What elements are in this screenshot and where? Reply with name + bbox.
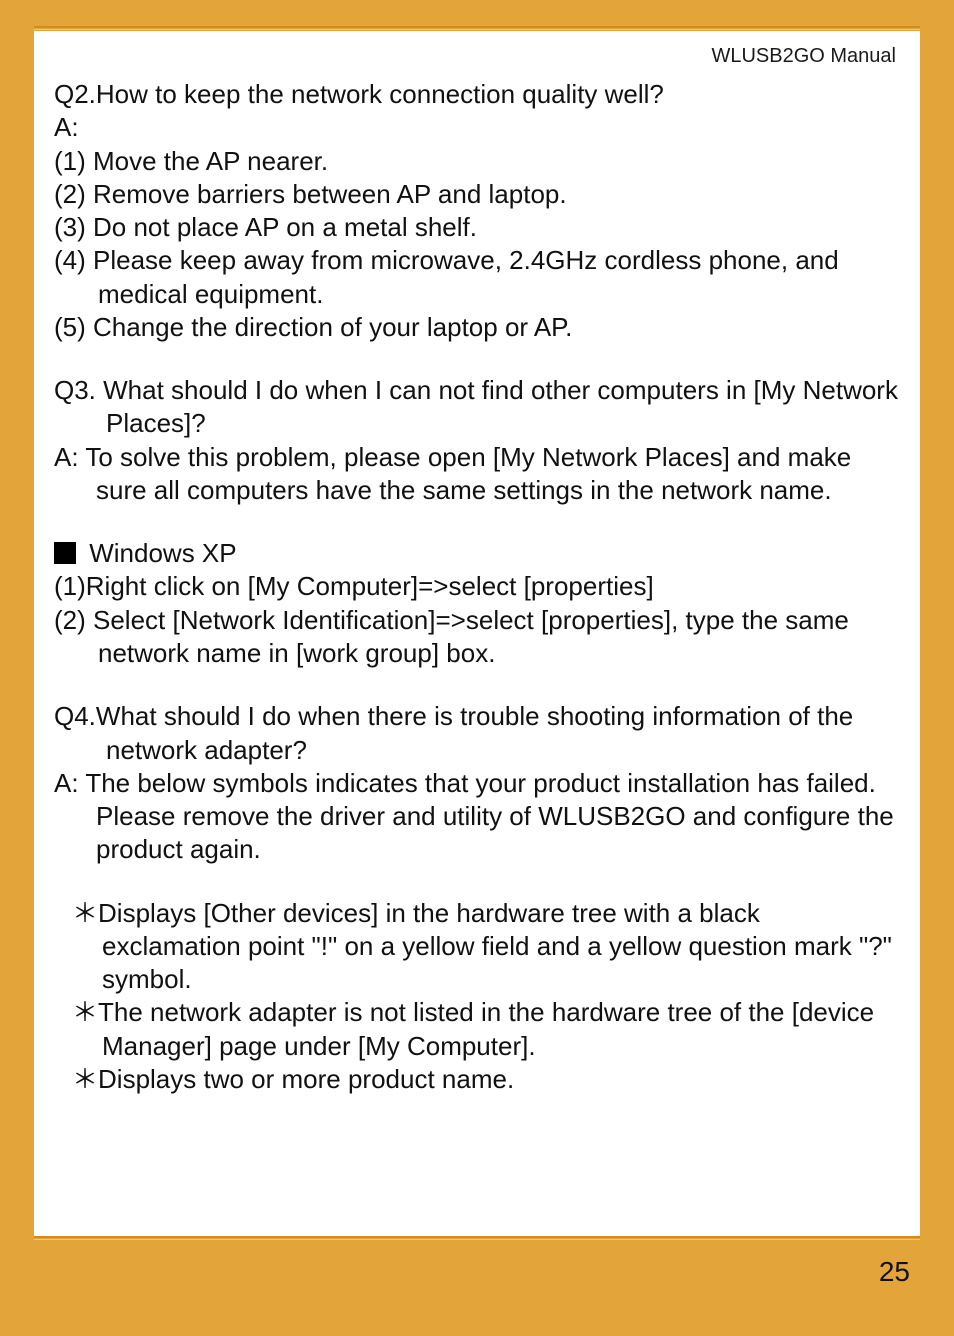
doc-header: WLUSB2GO Manual — [54, 45, 900, 68]
winxp-step-2: (2) Select [Network Identification]=>sel… — [54, 604, 900, 671]
winxp-step-1: (1)Right click on [My Computer]=>select … — [54, 570, 900, 603]
q4-question: Q4.What should I do when there is troubl… — [54, 700, 900, 767]
q2-answer-item-4: (4) Please keep away from microwave, 2.4… — [54, 244, 900, 311]
windows-xp-label: Windows XP — [82, 538, 237, 568]
q4-bullet-3: ＊Displays two or more product name. — [54, 1063, 900, 1096]
q2-answer-item-5: (5) Change the direction of your laptop … — [54, 311, 900, 344]
asterisk-icon: ＊ — [72, 997, 98, 1027]
body-text: Q2.How to keep the network connection qu… — [54, 78, 900, 1096]
q2-answer-item-1: (1) Move the AP nearer. — [54, 145, 900, 178]
q3-answer: A: To solve this problem, please open [M… — [54, 441, 900, 508]
q2-answer-item-3: (3) Do not place AP on a metal shelf. — [54, 211, 900, 244]
q2-answer-label: A: — [54, 111, 900, 144]
asterisk-icon: ＊ — [72, 1064, 98, 1094]
q4-bullet-2-text: The network adapter is not listed in the… — [98, 997, 874, 1060]
content-sheet: WLUSB2GO Manual Q2.How to keep the netwo… — [34, 31, 920, 1236]
q2-answer-item-2: (2) Remove barriers between AP and lapto… — [54, 178, 900, 211]
q4-answer: A: The below symbols indicates that your… — [54, 767, 900, 867]
q4-bullet-1-text: Displays [Other devices] in the hardware… — [98, 898, 892, 995]
square-bullet-icon — [54, 542, 76, 564]
page-number: 25 — [879, 1256, 910, 1288]
q4-bullet-1: ＊Displays [Other devices] in the hardwar… — [54, 897, 900, 997]
page-background: WLUSB2GO Manual Q2.How to keep the netwo… — [0, 0, 954, 1336]
q2-question: Q2.How to keep the network connection qu… — [54, 78, 900, 111]
q4-bullet-2: ＊The network adapter is not listed in th… — [54, 996, 900, 1063]
windows-xp-heading: Windows XP — [54, 537, 900, 570]
top-rule — [34, 26, 920, 30]
q3-question: Q3. What should I do when I can not find… — [54, 374, 900, 441]
asterisk-icon: ＊ — [72, 898, 98, 928]
bottom-rule — [34, 1236, 920, 1240]
q4-bullet-3-text: Displays two or more product name. — [98, 1064, 514, 1094]
